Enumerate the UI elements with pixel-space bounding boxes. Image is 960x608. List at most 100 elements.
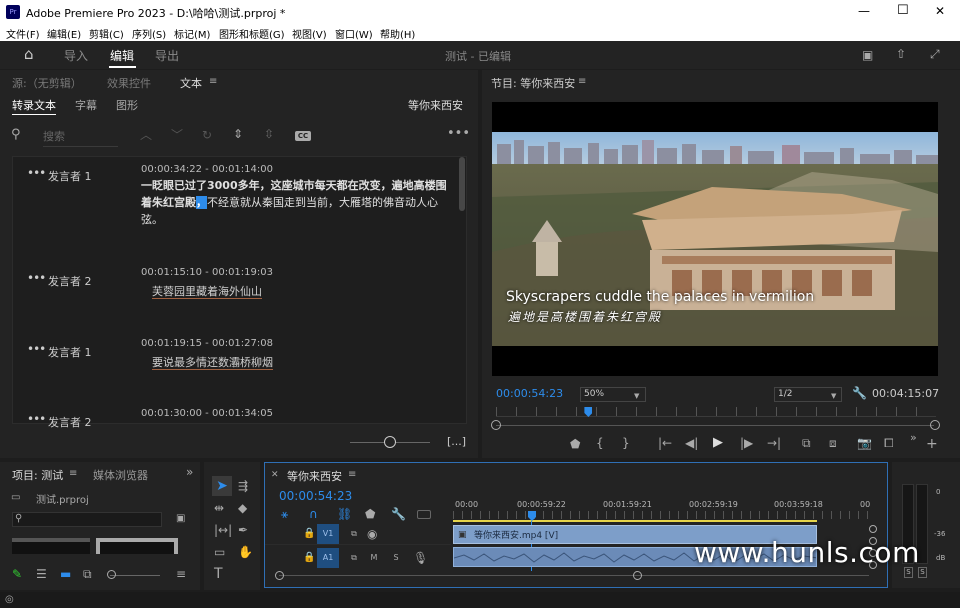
tab-media-browser[interactable]: 媒体浏览器 [93,467,148,483]
new-bin-icon[interactable]: ▣ [176,513,185,525]
subtab-captions[interactable]: 字幕 [75,97,97,113]
menu-graphics[interactable]: 图形和标题(G) [219,26,285,41]
export-frame-icon[interactable]: 📷 [857,437,872,449]
voiceover-icon[interactable]: 🎙 [413,552,428,564]
add-marker-icon[interactable]: ⬟ [570,438,580,450]
minimize-button[interactable]: — [858,4,870,18]
play-icon[interactable]: ▶ [713,436,723,449]
chevron-up-icon[interactable]: ︿ [140,129,152,141]
comparison-view-icon[interactable]: ⧠ [884,437,894,449]
track-target-a1[interactable]: A1 [317,548,339,568]
eye-icon[interactable]: ◉ [367,528,377,540]
segment-text[interactable]: 一眨眼已过了3000多年，这座城市每天都在改变，遍地高楼围 着朱红宫殿，不经意就… [141,177,447,228]
pen-tool-icon[interactable]: ✒ [238,524,248,536]
sort-icon[interactable]: ≡ [176,568,186,580]
track-select-icon[interactable]: ⇶ [238,480,248,492]
timeline-tab[interactable]: 等你来西安 [287,468,342,484]
speaker-label[interactable]: 发言者 2 [48,414,92,430]
timeline-scrollbar[interactable] [279,575,869,576]
zoom-dropdown-icon[interactable]: ▼ [634,390,639,402]
menu-view[interactable]: 视图(V) [292,26,327,41]
quick-export-icon[interactable]: ▣ [862,49,873,61]
lift-icon[interactable]: ⧉ [802,437,811,449]
mute-button[interactable]: M [363,548,385,568]
scrollbar-thumb[interactable] [459,157,465,211]
maximize-button[interactable]: ☐ [897,3,909,18]
subtab-transcript[interactable]: 转录文本 [12,97,56,113]
panel-menu-icon[interactable]: ≡ [578,76,586,88]
wrench-icon[interactable]: 🔧 [852,387,867,399]
selection-tool-icon[interactable]: ➤ [212,476,232,496]
mark-out-icon[interactable]: } [622,437,630,449]
speaker-menu-icon[interactable]: ••• [27,342,46,356]
menu-help[interactable]: 帮助(H) [380,26,415,41]
menu-sequence[interactable]: 序列(S) [132,26,166,41]
program-scroll-left-handle[interactable] [491,420,501,430]
chevron-down-icon[interactable]: ﹀ [171,129,183,141]
subtab-graphics[interactable]: 图形 [116,97,138,113]
program-timecode[interactable]: 00:00:54:23 [496,387,563,400]
razor-tool-icon[interactable]: ◆ [238,502,247,514]
panel-menu-icon[interactable]: ≡ [348,469,356,481]
step-back-icon[interactable]: ◀| [685,437,698,449]
more-options-icon[interactable]: ••• [447,127,470,140]
program-scroll-right-handle[interactable] [930,420,940,430]
panel-menu-icon[interactable]: ≡ [69,468,77,480]
speaker-menu-icon[interactable]: ••• [27,166,46,180]
rectangle-tool-icon[interactable]: ▭ [214,546,225,558]
speaker-label[interactable]: 发言者 1 [48,344,92,360]
ripple-edit-icon[interactable]: ⇹ [214,502,224,514]
merge-segments-icon[interactable]: ⇕ [233,128,243,140]
segment-text[interactable]: 要说最多情还数灞桥柳烟 [152,354,273,371]
zoom-slider-handle[interactable] [384,436,396,448]
work-area-bar[interactable] [453,520,817,522]
hand-tool-icon[interactable]: ✋ [238,546,253,558]
thumb-size-handle[interactable] [107,570,116,579]
share-icon[interactable]: ⇧ [896,48,906,60]
go-to-out-icon[interactable]: →| [767,437,781,449]
program-ruler[interactable] [496,407,936,417]
timeline-scroll-right-handle[interactable] [633,571,642,580]
more-controls-icon[interactable]: » [910,432,917,444]
speaker-label[interactable]: 发言者 1 [48,168,92,184]
nest-icon[interactable]: ⚹ [281,508,288,520]
step-forward-icon[interactable]: |▶ [740,437,753,449]
lock-icon[interactable]: 🔒 [303,552,315,564]
menu-edit[interactable]: 编辑(E) [47,26,81,41]
fullscreen-icon[interactable]: ⤢ [930,48,940,60]
menu-marker[interactable]: 标记(M) [174,26,210,41]
timeline-ruler[interactable] [453,511,871,519]
tab-edit[interactable]: 编辑 [110,47,134,64]
menu-window[interactable]: 窗口(W) [335,26,373,41]
snap-icon[interactable]: ∩ [309,508,318,520]
button-editor-icon[interactable]: + [926,437,938,451]
extract-icon[interactable]: ⧈ [829,437,837,449]
split-segment-icon[interactable]: ⇳ [264,128,274,140]
list-view-icon[interactable]: ☰ [36,568,47,580]
menu-file[interactable]: 文件(F) [6,26,40,41]
home-icon[interactable]: ⌂ [24,47,34,62]
mark-in-icon[interactable]: { [596,437,604,449]
project-search-input[interactable] [12,512,162,527]
track-target-v1[interactable]: V1 [317,524,339,544]
replace-icon[interactable]: ↻ [202,129,212,141]
type-tool-icon[interactable]: T [214,567,223,581]
tab-effect-controls[interactable]: 效果控件 [107,75,151,91]
panel-overflow-icon[interactable]: » [186,466,193,478]
tab-project[interactable]: 项目: 测试 [12,467,63,483]
segment-text[interactable]: 芙蓉园里藏着海外仙山 [152,283,262,300]
icon-view-icon[interactable]: ▬ [60,568,71,580]
timeline-scroll-left-handle[interactable] [275,571,284,580]
project-item-thumb[interactable] [12,538,90,554]
background-tasks-icon[interactable]: ◎ [5,594,14,606]
speaker-label[interactable]: 发言者 2 [48,273,92,289]
pen-icon[interactable]: ✎ [12,568,22,580]
fit-button[interactable]: [...] [447,435,466,448]
go-to-in-icon[interactable]: |← [658,437,672,449]
panel-menu-icon[interactable]: ≡ [209,76,217,88]
timeline-timecode[interactable]: 00:00:54:23 [279,489,352,503]
close-tab-icon[interactable]: ✕ [271,469,279,481]
quality-dropdown-icon[interactable]: ▼ [831,390,836,402]
search-input[interactable]: 搜索 [43,128,118,147]
sync-lock-icon[interactable]: ⧉ [343,524,365,544]
